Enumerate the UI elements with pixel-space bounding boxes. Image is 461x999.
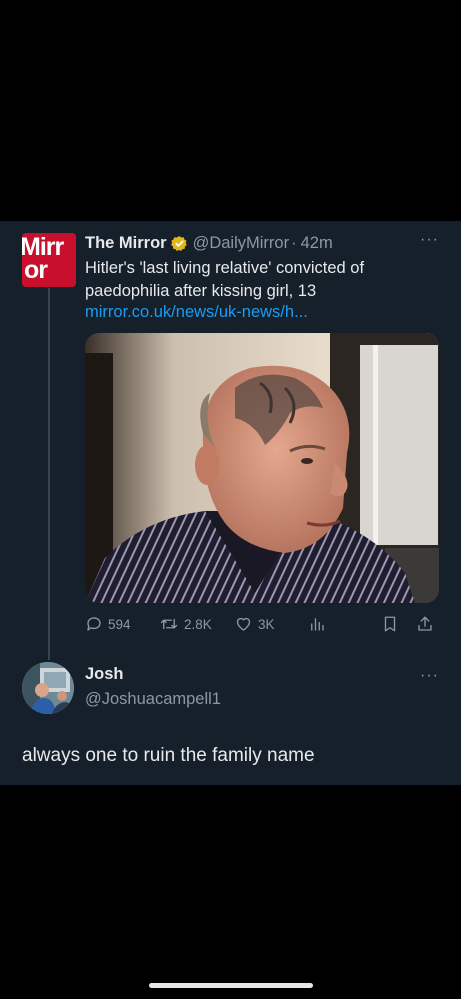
analytics-icon	[311, 618, 324, 631]
bookmark-icon	[384, 616, 396, 632]
tweet-link[interactable]: mirror.co.uk/news/uk-news/h...	[85, 303, 308, 322]
reply-count: 594	[108, 616, 131, 632]
retweet-action[interactable]: 2.8K	[159, 615, 234, 633]
like-action[interactable]: 3K	[234, 615, 308, 633]
like-count: 3K	[258, 616, 275, 632]
reply-author-name[interactable]: Josh	[85, 665, 124, 684]
separator-dot: ·	[291, 233, 297, 252]
reply-more-icon[interactable]: ···	[420, 667, 439, 685]
reply-icon	[87, 617, 101, 631]
author-name[interactable]: The Mirror	[85, 234, 167, 253]
thread-connector-line	[48, 288, 50, 660]
tweet-action-bar: 594 2.8K 3K	[85, 612, 439, 636]
reply-author-handle[interactable]: @Joshuacampell1	[85, 690, 221, 709]
verified-badge-icon	[170, 235, 188, 252]
like-icon	[236, 617, 251, 631]
news-photo	[85, 333, 439, 603]
retweet-icon	[160, 618, 178, 630]
analytics-action[interactable]	[308, 615, 382, 633]
more-icon[interactable]: ···	[420, 231, 439, 249]
reply-action[interactable]: 594	[85, 615, 159, 633]
retweet-count: 2.8K	[184, 616, 212, 632]
share-action[interactable]	[416, 615, 439, 633]
tweet-media-image[interactable]	[85, 333, 439, 603]
tweet-time[interactable]: 42m	[301, 234, 333, 253]
tweet-text: Hitler's 'last living relative' convicte…	[85, 259, 365, 300]
tweet-thread-card: Mirr or The Mirror @DailyMirror · 42m ··…	[0, 221, 461, 785]
avatar-photo	[22, 662, 74, 714]
home-indicator[interactable]	[149, 983, 313, 988]
josh-avatar[interactable]	[22, 662, 74, 714]
the-mirror-avatar[interactable]: Mirr or	[22, 233, 76, 287]
share-icon	[418, 616, 432, 631]
author-handle[interactable]: @DailyMirror	[193, 234, 290, 253]
bookmark-action[interactable]	[382, 615, 416, 633]
reply-text: always one to ruin the family name	[22, 745, 315, 766]
tweet-header: The Mirror @DailyMirror · 42m	[85, 232, 333, 254]
